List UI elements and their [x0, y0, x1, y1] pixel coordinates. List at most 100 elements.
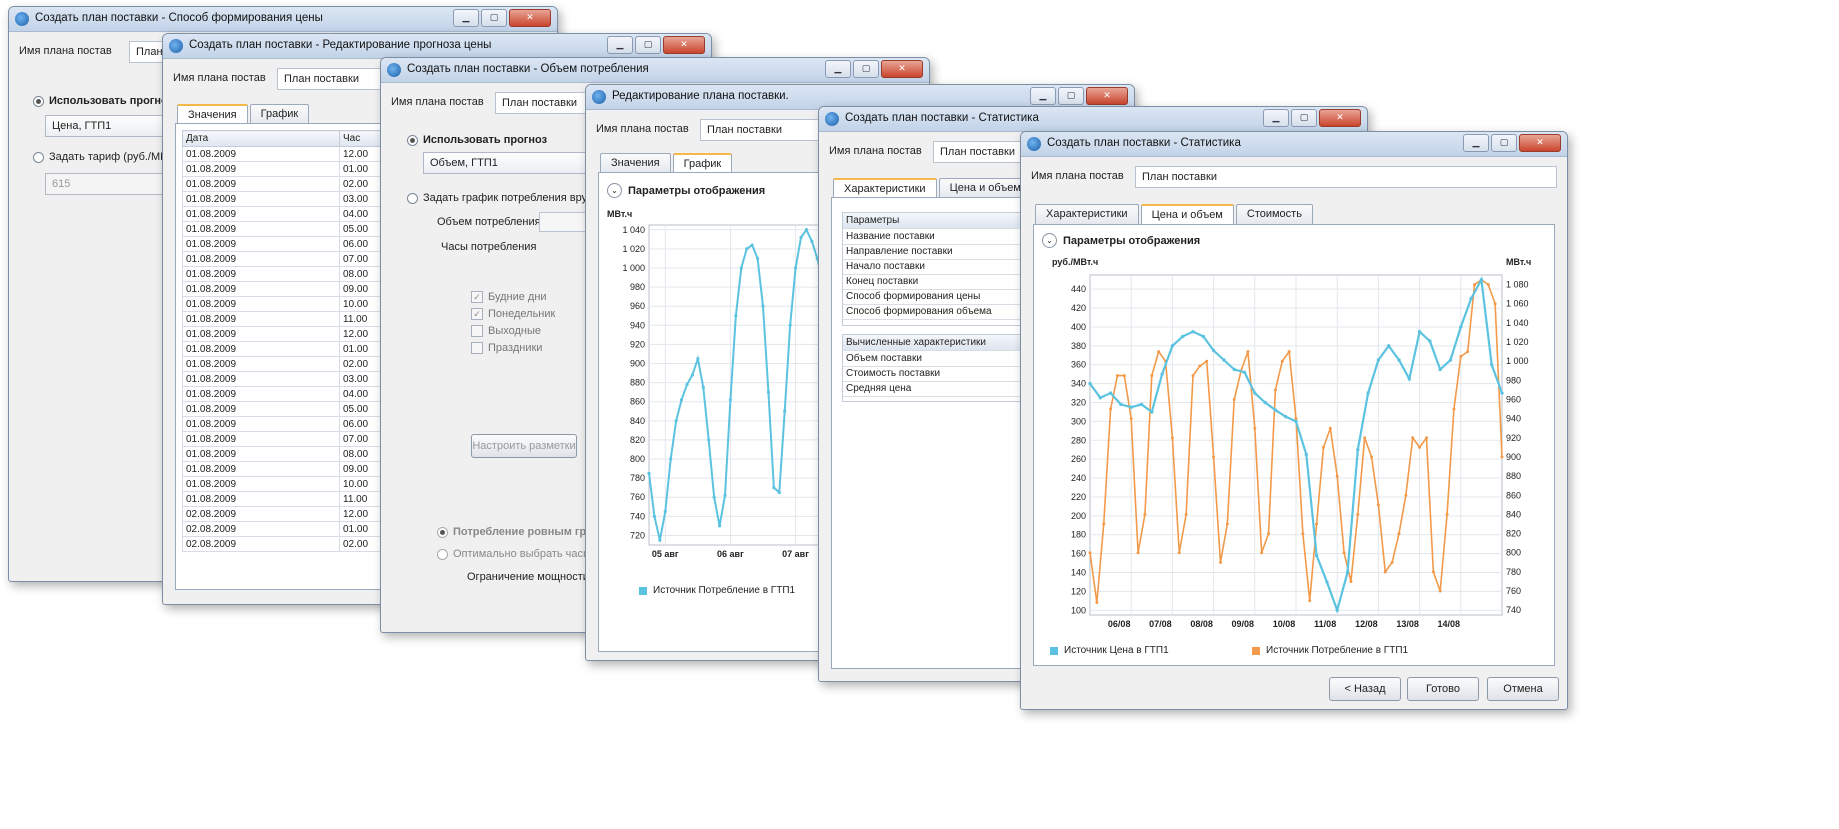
tab-values[interactable]: Значения [600, 153, 671, 173]
tab-characteristics[interactable]: Характеристики [1035, 204, 1139, 224]
titlebar[interactable]: Создать план поставки - Редактирование п… [163, 34, 711, 59]
data-point-volume [1363, 436, 1367, 440]
maximize-icon[interactable]: ▢ [853, 60, 879, 78]
param-row[interactable]: Начало поставки [843, 259, 1043, 275]
y-tick-label: 940 [630, 320, 645, 330]
use-forecast-radio[interactable]: Использовать прогноз [33, 95, 173, 107]
cell-date[interactable]: 01.08.2009 [182, 161, 340, 177]
cell-date[interactable]: 01.08.2009 [182, 341, 340, 357]
cell-date[interactable]: 01.08.2009 [182, 221, 340, 237]
use-forecast-radio[interactable]: Использовать прогноз [407, 134, 547, 146]
maximize-icon[interactable]: ▢ [1491, 134, 1517, 152]
checkbox-monday[interactable]: ✓ Понедельник [471, 308, 555, 320]
cell-date[interactable]: 01.08.2009 [182, 371, 340, 387]
titlebar[interactable]: Создать план поставки - Статистика ▁ ▢ ✕ [1021, 132, 1567, 157]
data-point-price [1314, 553, 1319, 558]
minimize-icon[interactable]: ▁ [1030, 87, 1056, 105]
param-row[interactable]: Способ формирования цены [843, 289, 1043, 305]
cell-date[interactable]: 02.08.2009 [182, 506, 340, 522]
computed-row[interactable]: Стоимость поставки [843, 366, 1043, 382]
titlebar[interactable]: Создать план поставки - Статистика ▁ ▢ ✕ [819, 107, 1367, 132]
cell-date[interactable]: 01.08.2009 [182, 356, 340, 372]
cell-date[interactable]: 01.08.2009 [182, 236, 340, 252]
close-icon[interactable]: ✕ [1519, 134, 1561, 152]
set-tariff-radio[interactable]: Задать тариф (руб./МВт [33, 151, 172, 163]
tab-cost[interactable]: Стоимость [1235, 204, 1313, 224]
cell-date[interactable]: 01.08.2009 [182, 206, 340, 222]
chevron-down-icon[interactable]: ⌄ [1042, 233, 1057, 248]
param-row[interactable]: Название поставки [843, 229, 1043, 245]
cell-date[interactable]: 01.08.2009 [182, 476, 340, 492]
param-row[interactable]: Конец поставки [843, 274, 1043, 290]
checkbox-label: Праздники [488, 342, 543, 354]
close-icon[interactable]: ✕ [663, 36, 705, 54]
optimal-hours-radio[interactable]: Оптимально выбрать часы [437, 548, 591, 560]
cell-date[interactable]: 01.08.2009 [182, 146, 340, 162]
titlebar[interactable]: Создать план поставки - Объем потреблени… [381, 58, 929, 83]
chevron-down-icon[interactable]: ⌄ [607, 183, 622, 198]
manual-schedule-radio[interactable]: Задать график потребления вручн [407, 192, 599, 204]
y-tick-label-right: 740 [1506, 605, 1521, 615]
cell-date[interactable]: 01.08.2009 [182, 296, 340, 312]
tab-chart[interactable]: График [249, 104, 310, 124]
maximize-icon[interactable]: ▢ [481, 9, 507, 27]
tab-price-volume[interactable]: Цена и объем [1140, 204, 1234, 224]
computed-row[interactable]: Объем поставки [843, 351, 1043, 367]
cell-date[interactable]: 01.08.2009 [182, 176, 340, 192]
checkbox-holidays[interactable]: Праздники [471, 342, 542, 354]
cell-date[interactable]: 01.08.2009 [182, 431, 340, 447]
cell-date[interactable]: 01.08.2009 [182, 416, 340, 432]
display-params-header[interactable]: ⌄ Параметры отображения [607, 183, 765, 198]
cell-date[interactable]: 01.08.2009 [182, 386, 340, 402]
col-date-header[interactable]: Дата [182, 130, 340, 147]
cell-date[interactable]: 01.08.2009 [182, 311, 340, 327]
y-tick-label-right: 840 [1506, 509, 1521, 519]
cell-date[interactable]: 01.08.2009 [182, 266, 340, 282]
close-icon[interactable]: ✕ [509, 9, 551, 27]
titlebar[interactable]: Создать план поставки - Способ формирова… [9, 7, 557, 32]
cell-date[interactable]: 01.08.2009 [182, 401, 340, 417]
data-point [772, 486, 776, 490]
param-row[interactable]: Направление поставки [843, 244, 1043, 260]
tab-chart[interactable]: График [672, 153, 733, 173]
tab-characteristics[interactable]: Характеристики [833, 178, 937, 198]
close-icon[interactable]: ✕ [881, 60, 923, 78]
display-params-header[interactable]: ⌄ Параметры отображения [1042, 233, 1200, 248]
cell-date[interactable]: 01.08.2009 [182, 251, 340, 267]
minimize-icon[interactable]: ▁ [1263, 109, 1289, 127]
cell-date[interactable]: 01.08.2009 [182, 446, 340, 462]
cell-date[interactable]: 02.08.2009 [182, 536, 340, 552]
minimize-icon[interactable]: ▁ [453, 9, 479, 27]
minimize-icon[interactable]: ▁ [1463, 134, 1489, 152]
tab-values[interactable]: Значения [177, 104, 248, 124]
checkbox-weekdays[interactable]: ✓ Будние дни [471, 291, 547, 303]
maximize-icon[interactable]: ▢ [1291, 109, 1317, 127]
done-button[interactable]: Готово [1407, 677, 1479, 701]
cell-date[interactable]: 01.08.2009 [182, 281, 340, 297]
cell-date[interactable]: 01.08.2009 [182, 191, 340, 207]
plan-name-input[interactable]: План поставки [1135, 166, 1557, 188]
maximize-icon[interactable]: ▢ [1058, 87, 1084, 105]
minimize-icon[interactable]: ▁ [607, 36, 633, 54]
cancel-button[interactable]: Отмена [1487, 677, 1559, 701]
display-params-label: Параметры отображения [1063, 234, 1201, 247]
y-tick-label-right: 820 [1506, 529, 1521, 539]
cell-date[interactable]: 01.08.2009 [182, 326, 340, 342]
checkbox-weekends[interactable]: Выходные [471, 325, 541, 337]
forecast-combo[interactable]: Объем, ГТП1 [423, 152, 601, 174]
minimize-icon[interactable]: ▁ [825, 60, 851, 78]
data-point-volume [1315, 522, 1319, 526]
computed-row[interactable]: Средняя цена [843, 381, 1043, 397]
tab-price-volume[interactable]: Цена и объем [938, 178, 1032, 198]
even-consumption-radio[interactable]: Потребление ровным гра [437, 526, 592, 538]
data-point-volume [1109, 407, 1113, 411]
configure-markup-button[interactable]: Настроить разметки [471, 434, 577, 458]
cell-date[interactable]: 01.08.2009 [182, 461, 340, 477]
cell-date[interactable]: 02.08.2009 [182, 521, 340, 537]
param-row[interactable]: Способ формирования объема [843, 304, 1043, 320]
maximize-icon[interactable]: ▢ [635, 36, 661, 54]
back-button[interactable]: < Назад [1329, 677, 1401, 701]
close-icon[interactable]: ✕ [1086, 87, 1128, 105]
close-icon[interactable]: ✕ [1319, 109, 1361, 127]
cell-date[interactable]: 01.08.2009 [182, 491, 340, 507]
